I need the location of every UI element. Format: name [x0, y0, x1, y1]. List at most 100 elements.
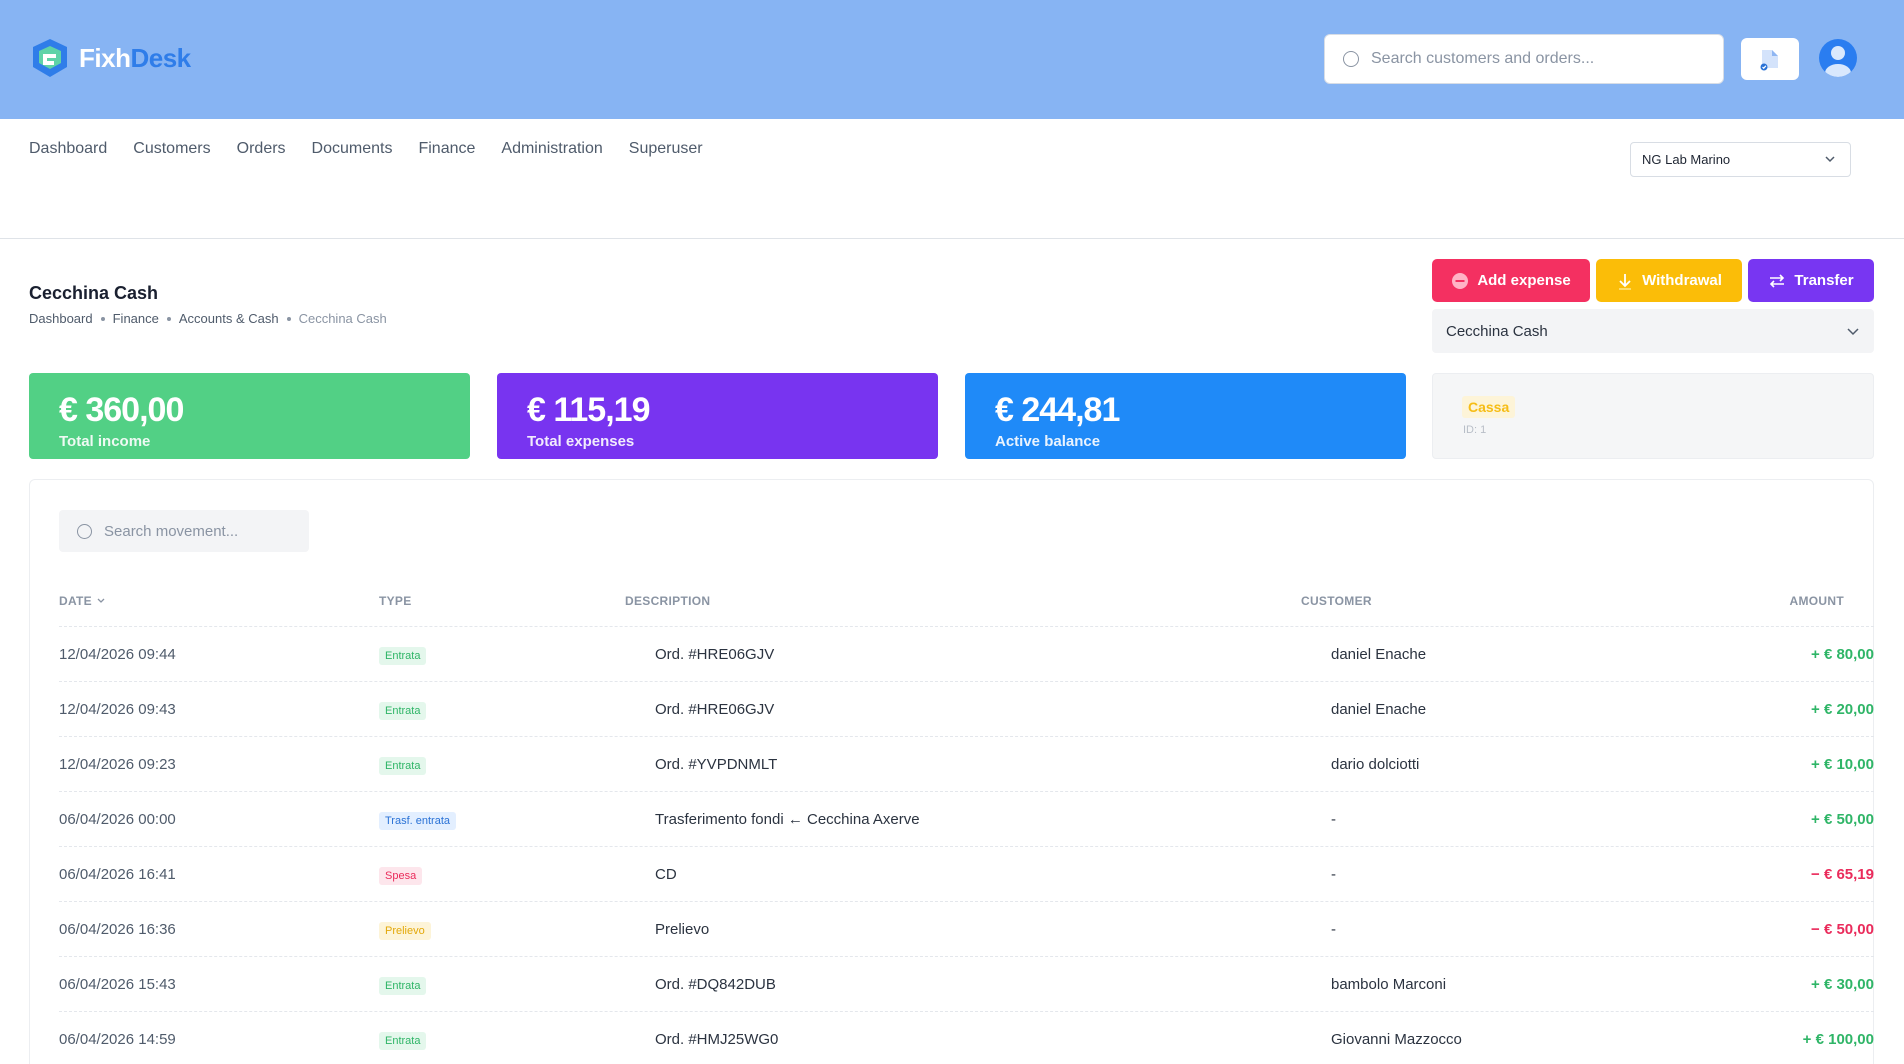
nav-item-finance[interactable]: Finance — [418, 140, 475, 158]
chevron-down-icon — [1847, 328, 1859, 336]
row-amount: + € 100,00 — [1802, 1031, 1874, 1048]
table-row[interactable]: 06/04/2026 00:00 Trasf. entrata Trasferime… — [59, 791, 1874, 846]
nav-item-documents[interactable]: Documents — [312, 140, 393, 158]
brand-name-part1: Fixh — [79, 42, 131, 73]
row-customer: daniel Enache — [1331, 646, 1427, 663]
row-customer: - — [1331, 921, 1336, 938]
breadcrumb-separator — [100, 316, 105, 321]
column-header-type: TYPE — [379, 594, 412, 608]
main-nav: Dashboard Customers Orders Documents Fin… — [29, 140, 729, 158]
top-bar: FixhDesk Search customers and orders... — [0, 0, 1904, 119]
lab-select-value: NG Lab Marino — [1642, 152, 1731, 167]
row-type-badge: Entrata — [379, 977, 427, 995]
row-amount: + € 10,00 — [1811, 756, 1874, 773]
withdrawal-button[interactable]: Withdrawal — [1596, 259, 1742, 302]
row-type-badge: Entrata — [379, 647, 427, 665]
global-search-input[interactable]: Search customers and orders... — [1324, 34, 1724, 84]
income-value: € 360,00 — [59, 391, 184, 429]
breadcrumb-finance[interactable]: Finance — [113, 311, 159, 326]
account-select[interactable]: Cecchina Cash — [1432, 309, 1874, 353]
table-row[interactable]: 12/04/2026 09:43 Entrata Ord. #HRE06GJV dan… — [59, 681, 1874, 736]
row-date: 06/04/2026 15:43 — [59, 976, 176, 993]
nav-item-superuser[interactable]: Superuser — [629, 140, 703, 158]
expenses-value: € 115,19 — [527, 391, 650, 429]
app-logo[interactable]: FixhDesk — [29, 37, 191, 79]
breadcrumb-separator — [286, 316, 291, 321]
breadcrumb-separator — [166, 316, 171, 321]
row-description: Ord. #HRE06GJV — [655, 701, 775, 718]
chevron-down-icon — [1825, 156, 1835, 163]
breadcrumb: Dashboard Finance Accounts & Cash Cecchi… — [29, 311, 387, 326]
row-description: CD — [655, 866, 677, 883]
row-amount: + € 80,00 — [1811, 646, 1874, 663]
table-row[interactable]: 06/04/2026 15:43 Entrata Ord. #DQ842DUB bam… — [59, 956, 1874, 1011]
row-type-badge: Entrata — [379, 702, 427, 720]
row-amount: − € 65,19 — [1811, 866, 1874, 883]
lab-select[interactable]: NG Lab Marino — [1630, 142, 1851, 177]
row-date: 12/04/2026 09:23 — [59, 756, 176, 773]
row-type-badge: Prelievo — [379, 922, 431, 940]
table-row[interactable]: 06/04/2026 16:41 Spesa CD - − € 65,19 — [59, 846, 1874, 901]
income-label: Total income — [59, 433, 151, 450]
table-row[interactable]: 12/04/2026 09:23 Entrata Ord. #YVPDNMLT dar… — [59, 736, 1874, 791]
movement-search-input[interactable]: Search movement... — [59, 510, 309, 552]
transfer-button[interactable]: Transfer — [1748, 259, 1874, 302]
movement-search-placeholder: Search movement... — [104, 522, 239, 540]
balance-value: € 244,81 — [995, 391, 1120, 429]
table-row[interactable]: 12/04/2026 09:44 Entrata Ord. #HRE06GJV dan… — [59, 626, 1874, 681]
search-icon — [77, 523, 92, 539]
account-select-value: Cecchina Cash — [1446, 322, 1548, 340]
search-icon — [1343, 51, 1359, 67]
column-header-customer: CUSTOMER — [1301, 594, 1372, 608]
row-type-badge: Spesa — [379, 867, 423, 885]
global-search-placeholder: Search customers and orders... — [1371, 50, 1595, 67]
column-header-date[interactable]: DATE — [59, 594, 106, 608]
documents-button[interactable] — [1741, 38, 1799, 80]
breadcrumb-dashboard[interactable]: Dashboard — [29, 311, 93, 326]
user-avatar[interactable] — [1819, 39, 1857, 77]
row-customer: daniel Enache — [1331, 701, 1427, 718]
nav-divider — [0, 238, 1904, 239]
balance-label: Active balance — [995, 433, 1101, 450]
nav-item-orders[interactable]: Orders — [237, 140, 286, 158]
column-header-date-label: DATE — [59, 594, 92, 608]
transfer-label: Transfer — [1794, 272, 1854, 289]
withdrawal-label: Withdrawal — [1642, 272, 1722, 289]
row-type-badge: Entrata — [379, 757, 427, 775]
nav-item-administration[interactable]: Administration — [501, 140, 602, 158]
stat-card-income: € 360,00 Total income — [29, 373, 470, 459]
stat-card-expenses: € 115,19 Total expenses — [497, 373, 938, 459]
row-customer: bambolo Marconi — [1331, 976, 1447, 993]
row-date: 12/04/2026 09:44 — [59, 646, 176, 663]
row-description: Ord. #HMJ25WG0 — [655, 1031, 779, 1048]
row-date: 06/04/2026 16:41 — [59, 866, 176, 883]
sort-chevron-icon — [97, 598, 105, 603]
nav-item-customers[interactable]: Customers — [133, 140, 210, 158]
breadcrumb-accounts[interactable]: Accounts & Cash — [179, 311, 279, 326]
table-row[interactable]: 06/04/2026 16:36 Prelievo Prelievo - − € 50,… — [59, 901, 1874, 956]
row-type-badge: Trasf. entrata — [379, 812, 457, 830]
minus-circle-icon — [1452, 272, 1469, 289]
table-row[interactable]: 06/04/2026 14:59 Entrata Ord. #HMJ25WG0 Gio… — [59, 1011, 1874, 1064]
row-description: Ord. #HRE06GJV — [655, 646, 775, 663]
add-expense-label: Add expense — [1477, 272, 1571, 289]
account-id: ID: 1 — [1463, 424, 1487, 436]
row-amount: − € 50,00 — [1811, 921, 1874, 938]
row-description: Ord. #YVPDNMLT — [655, 756, 778, 773]
expenses-label: Total expenses — [527, 433, 635, 450]
nav-item-dashboard[interactable]: Dashboard — [29, 140, 107, 158]
row-amount: + € 20,00 — [1811, 701, 1874, 718]
row-date: 06/04/2026 16:36 — [59, 921, 176, 938]
row-date: 06/04/2026 14:59 — [59, 1031, 176, 1048]
column-header-description: DESCRIPTION — [625, 594, 711, 608]
brand-name: FixhDesk — [79, 43, 191, 74]
row-customer: Giovanni Mazzocco — [1331, 1031, 1462, 1048]
row-description: Ord. #DQ842DUB — [655, 976, 776, 993]
column-header-amount: AMOUNT — [1789, 594, 1844, 608]
row-date: 06/04/2026 00:00 — [59, 811, 176, 828]
add-expense-button[interactable]: Add expense — [1432, 259, 1590, 302]
row-type-badge: Entrata — [379, 1032, 427, 1050]
row-amount: + € 30,00 — [1811, 976, 1874, 993]
row-description: Prelievo — [655, 921, 710, 938]
arrow-down-icon — [1619, 273, 1632, 290]
